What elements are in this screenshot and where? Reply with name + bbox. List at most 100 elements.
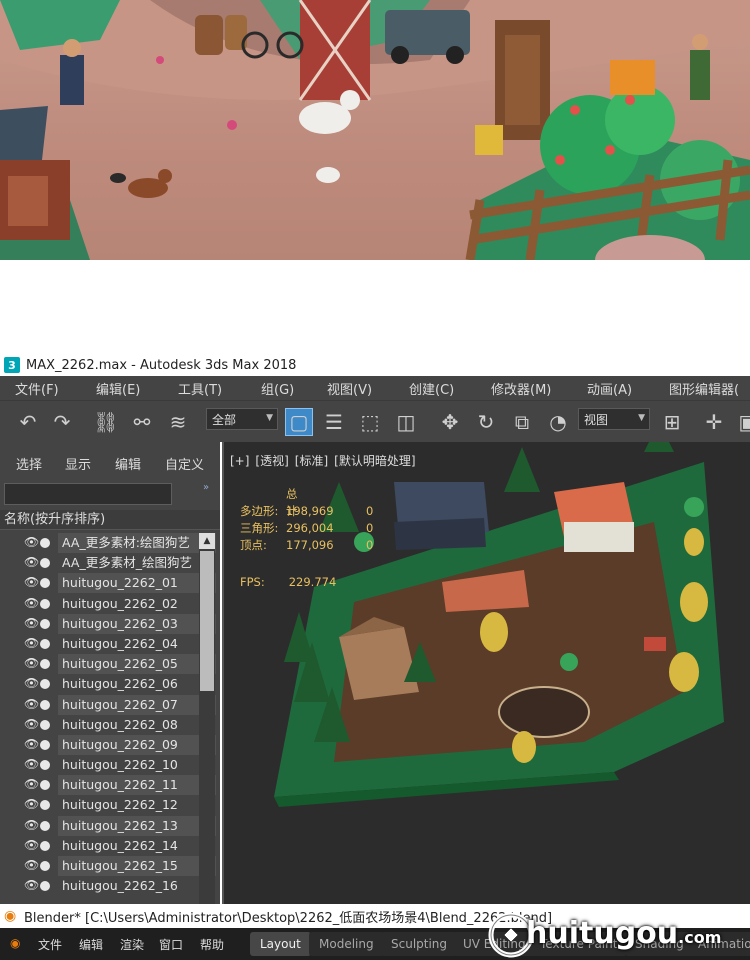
freeze-toggle-icon[interactable] [40,538,50,548]
undo-icon[interactable]: ↶ [14,408,42,436]
scroll-thumb[interactable] [200,551,214,691]
visibility-eye-icon[interactable]: 👁 [24,798,39,811]
visibility-eye-icon[interactable]: 👁 [24,717,39,731]
object-list-item[interactable]: 👁 huitugou_2262_11 [0,775,216,796]
visibility-eye-icon[interactable]: 👁 [24,818,39,832]
freeze-toggle-icon[interactable] [40,861,50,871]
freeze-toggle-icon[interactable] [40,679,50,690]
tab-customize[interactable]: 自定义 [165,454,204,473]
visibility-eye-icon[interactable]: 👁 [24,737,39,751]
freeze-toggle-icon[interactable] [40,638,50,649]
bind-spacewarp-icon[interactable]: ≋ [164,408,192,436]
name-column-header[interactable]: 名称(按升序排序) [0,510,220,530]
freeze-toggle-icon[interactable] [40,558,50,569]
redo-icon[interactable]: ↷ [48,408,76,436]
visibility-eye-icon[interactable]: 👁 [24,556,39,569]
object-list-item[interactable]: 👁 huitugou_2262_04 [0,634,198,654]
object-list-item[interactable]: 👁 huitugou_2262_07 [0,694,216,715]
unlink-icon[interactable]: ⚯ [128,408,156,436]
visibility-eye-icon[interactable]: 👁 [24,657,39,670]
freeze-toggle-icon[interactable] [40,659,50,670]
scroll-up-icon[interactable]: ▲ [199,533,215,549]
visibility-eye-icon[interactable]: 👁 [24,616,39,630]
move-icon[interactable]: ✥ [436,408,464,436]
blender-menu-edit[interactable]: 编辑 [79,936,103,953]
menu-tools[interactable]: 工具(T) [178,379,222,398]
visibility-eye-icon[interactable]: 👁 [24,838,39,852]
select-by-name-icon[interactable]: ☰ [320,408,348,436]
visibility-eye-icon[interactable]: 👁 [24,677,39,690]
visibility-eye-icon[interactable]: 👁 [24,697,39,711]
visibility-eye-icon[interactable]: 👁 [24,778,39,791]
rectangular-selection-icon[interactable]: ⬚ [356,408,384,436]
menu-file[interactable]: 文件(F) [15,379,59,398]
object-list-item[interactable]: 👁 huitugou_2262_13 [0,815,216,836]
tab-edit[interactable]: 编辑 [115,454,141,473]
freeze-toggle-icon[interactable] [40,699,50,710]
object-list-item[interactable]: 👁 huitugou_2262_08 [0,715,198,735]
blender-menu-help[interactable]: 帮助 [200,936,224,953]
object-list-item[interactable]: 👁 huitugou_2262_12 [0,795,198,815]
blender-menu-icon[interactable]: ◉ [10,936,20,950]
freeze-toggle-icon[interactable] [40,800,50,811]
reference-coord-dropdown[interactable]: 视图 ▼ [578,408,650,430]
freeze-toggle-icon[interactable] [40,618,50,629]
object-list-item[interactable]: 👁 AA_更多素材:绘图狗艺 [0,533,216,553]
object-list-item[interactable]: 👁 huitugou_2262_09 [0,734,216,755]
selection-filter-dropdown[interactable]: 全部 ▼ [206,408,278,430]
visibility-eye-icon[interactable]: 👁 [24,576,39,589]
menu-animation[interactable]: 动画(A) [587,379,632,398]
expand-panel-icon[interactable]: » [203,482,209,493]
workspace-tab-modeling[interactable]: Modeling [309,932,384,956]
pivot-icon[interactable]: ⊞ [658,408,686,436]
select-object-icon[interactable]: ▢ [285,408,313,436]
window-crossing-icon[interactable]: ◫ [392,408,420,436]
freeze-toggle-icon[interactable] [40,719,50,730]
freeze-toggle-icon[interactable] [40,780,50,791]
menu-views[interactable]: 视图(V) [327,379,372,398]
freeze-toggle-icon[interactable] [40,598,50,609]
freeze-toggle-icon[interactable] [40,881,50,892]
visibility-eye-icon[interactable]: 👁 [24,758,39,771]
object-list-item[interactable]: 👁 AA_更多素材_绘图狗艺 [0,553,198,573]
perspective-viewport[interactable]: [+] [透视] [标准] [默认明暗处理] 总计 多边形: 198,969 0… [222,442,750,904]
object-list-item[interactable]: 👁 huitugou_2262_01 [0,573,216,594]
rotate-icon[interactable]: ↻ [472,408,500,436]
freeze-toggle-icon[interactable] [40,820,50,831]
object-list-item[interactable]: 👁 huitugou_2262_06 [0,674,198,694]
visibility-eye-icon[interactable]: 👁 [24,636,39,650]
snap-toggle-icon[interactable]: ▣ [734,408,750,436]
place-icon[interactable]: ◔ [544,408,572,436]
visibility-eye-icon[interactable]: 👁 [24,879,39,892]
workspace-tab-layout[interactable]: Layout [250,932,311,956]
visibility-eye-icon[interactable]: 👁 [24,859,39,872]
freeze-toggle-icon[interactable] [40,578,50,589]
visibility-eye-icon[interactable]: 👁 [24,536,39,549]
object-list-item[interactable]: 👁 huitugou_2262_14 [0,836,198,856]
freeze-toggle-icon[interactable] [40,739,50,750]
visibility-eye-icon[interactable]: 👁 [24,596,39,610]
select-manipulate-icon[interactable]: ✛ [700,408,728,436]
workspace-tab-sculpting[interactable]: Sculpting [381,932,458,956]
blender-menu-render[interactable]: 渲染 [120,936,144,953]
object-list-item[interactable]: 👁 huitugou_2262_05 [0,654,216,675]
menu-edit[interactable]: 编辑(E) [96,379,140,398]
menu-graph-editors[interactable]: 图形编辑器( [669,379,739,398]
menu-create[interactable]: 创建(C) [409,379,454,398]
tab-select[interactable]: 选择 [16,454,42,473]
object-list-item[interactable]: 👁 huitugou_2262_03 [0,613,216,634]
menu-group[interactable]: 组(G) [261,379,294,398]
object-list-item[interactable]: 👁 huitugou_2262_10 [0,755,198,775]
object-list-item[interactable]: 👁 huitugou_2262_02 [0,594,198,614]
object-list-item[interactable]: 👁 huitugou_2262_16 [0,876,198,896]
explorer-search-input[interactable] [4,483,172,505]
freeze-toggle-icon[interactable] [40,840,50,851]
menu-modifiers[interactable]: 修改器(M) [491,379,551,398]
link-icon[interactable]: ⛓ [92,408,120,436]
freeze-toggle-icon[interactable] [40,760,50,771]
blender-menu-window[interactable]: 窗口 [159,936,183,953]
tab-display[interactable]: 显示 [65,454,91,473]
object-list-item[interactable]: 👁 huitugou_2262_15 [0,856,216,876]
scale-icon[interactable]: ⧉ [508,408,536,436]
blender-menu-file[interactable]: 文件 [38,936,62,953]
